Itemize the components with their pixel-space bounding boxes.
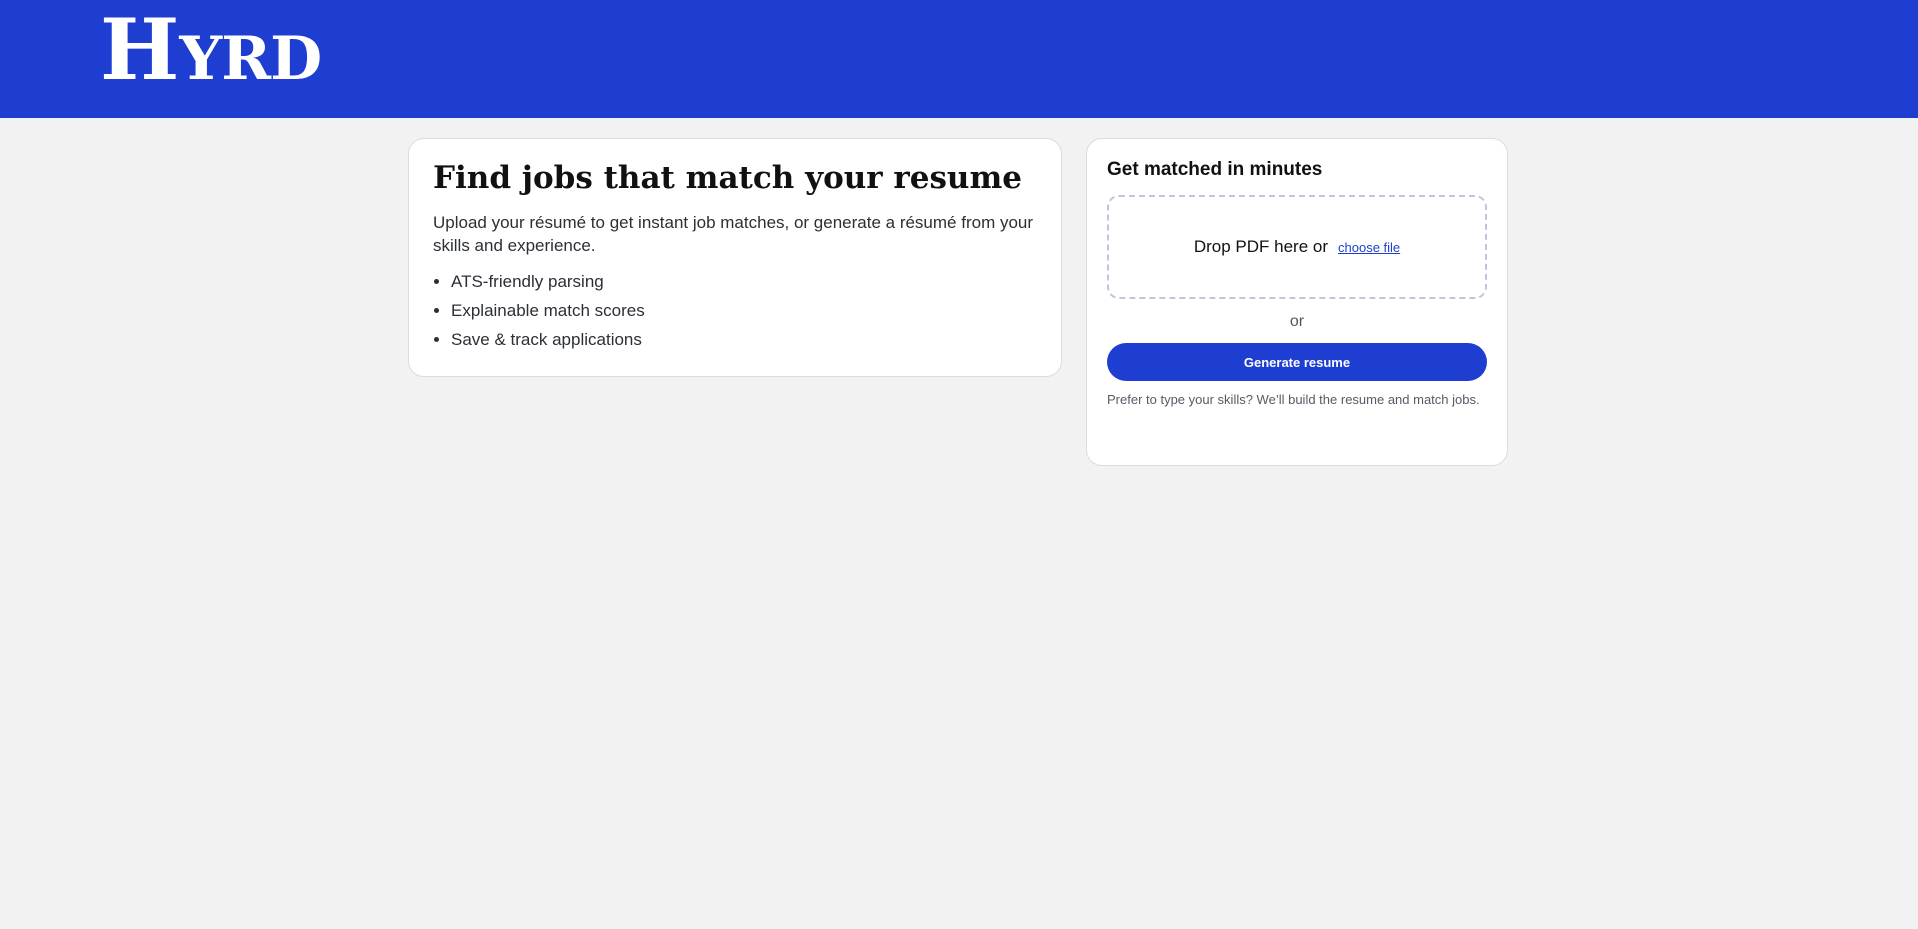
generate-hint: Prefer to type your skills? We’ll build … <box>1107 392 1480 407</box>
feature-list: ATS-friendly parsing Explainable match s… <box>433 267 1037 354</box>
hero-card: Find jobs that match your resume Upload … <box>408 138 1062 377</box>
dropzone-text: Drop PDF here or <box>1193 237 1328 256</box>
match-card: Get matched in minutes Drop PDF here or … <box>1086 138 1508 466</box>
hero-title: Find jobs that match your resume <box>433 160 1022 196</box>
feature-item: Explainable match scores <box>451 296 1037 325</box>
logo-initial: H <box>100 0 180 99</box>
brand-logo[interactable]: HYRD <box>100 8 322 94</box>
pdf-dropzone[interactable]: Drop PDF here or choose file <box>1107 195 1487 299</box>
hero-subtitle: Upload your résumé to get instant job ma… <box>433 212 1034 255</box>
feature-item: Save & track applications <box>451 325 1037 354</box>
top-header: HYRD <box>0 0 1918 118</box>
or-separator: or <box>1289 313 1305 330</box>
logo-rest: YRD <box>179 24 322 94</box>
match-card-title: Get matched in minutes <box>1107 159 1323 180</box>
generate-resume-button[interactable]: Generate resume <box>1107 343 1487 381</box>
feature-item: ATS-friendly parsing <box>451 267 1037 296</box>
choose-file-link[interactable]: choose file <box>1338 240 1400 255</box>
